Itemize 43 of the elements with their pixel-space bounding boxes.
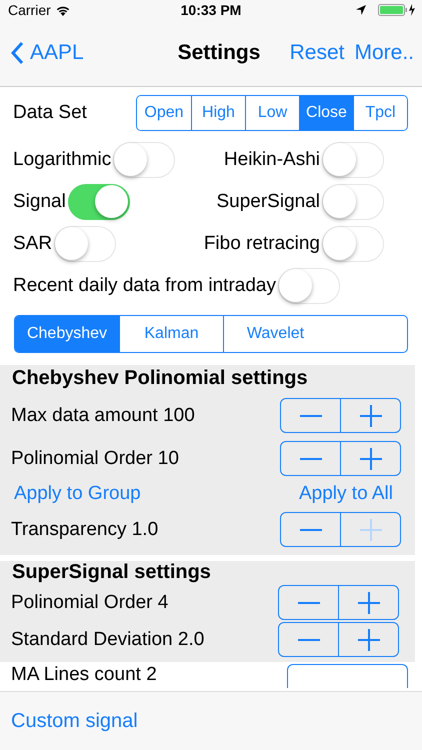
- setting-label: Transparency 1.0: [11, 518, 158, 540]
- minus-icon: [300, 458, 322, 460]
- section-title: Chebyshev Polinomial settings: [11, 366, 309, 391]
- toggle-label: SAR: [13, 233, 52, 255]
- plus-icon: [360, 518, 382, 540]
- nav-action-button[interactable]: Reset: [290, 41, 344, 65]
- toggle-label: Recent daily data from intraday: [13, 275, 276, 297]
- segment-option[interactable]: Close: [299, 96, 353, 130]
- minus-icon: [298, 602, 320, 604]
- toggle-label: SuperSignal: [216, 191, 320, 213]
- custom-signal-button[interactable]: Custom signal: [11, 710, 138, 732]
- toggle-label: Signal: [13, 191, 66, 213]
- data-set-label: Data Set: [13, 102, 87, 124]
- plus-icon: [360, 448, 382, 470]
- segment-option[interactable]: Tpcl: [353, 96, 407, 130]
- setting-label: MA Lines count 2: [11, 664, 157, 686]
- clock-time: 10:33 PM: [180, 2, 242, 18]
- section-title: SuperSignal settings: [11, 561, 212, 584]
- apply-to-group-button[interactable]: Apply to Group: [14, 483, 141, 505]
- setting-label: Standard Deviation 2.0: [11, 628, 204, 650]
- apply-to-all-button[interactable]: Apply to All: [299, 483, 393, 505]
- location-arrow-icon: [356, 5, 366, 15]
- toggle-label: Logarithmic: [13, 149, 112, 171]
- nav-action-button[interactable]: More..: [354, 41, 414, 65]
- battery-icon: [378, 4, 416, 16]
- toggle-switch[interactable]: [68, 184, 130, 220]
- setting-label: Polinomial Order 4: [11, 592, 168, 614]
- nav-title: Settings: [176, 41, 262, 65]
- setting-label: Polinomial Order 10: [11, 448, 179, 470]
- plus-icon: [360, 404, 382, 426]
- toggle-label: Fibo retracing: [204, 233, 320, 255]
- plus-icon: [358, 628, 380, 650]
- minus-icon: [300, 414, 322, 416]
- wifi-icon: [54, 4, 71, 16]
- minus-icon: [300, 528, 322, 530]
- back-button[interactable]: AAPL: [10, 41, 150, 65]
- segment-option[interactable]: Chebyshev: [15, 316, 119, 352]
- toggle-label: Heikin-Ashi: [224, 149, 320, 171]
- minus-icon: [298, 638, 320, 640]
- setting-label: Max data amount 100: [11, 404, 195, 426]
- plus-icon: [358, 592, 380, 614]
- chevron-left-icon: [10, 41, 24, 65]
- carrier-label: Carrier: [8, 2, 51, 18]
